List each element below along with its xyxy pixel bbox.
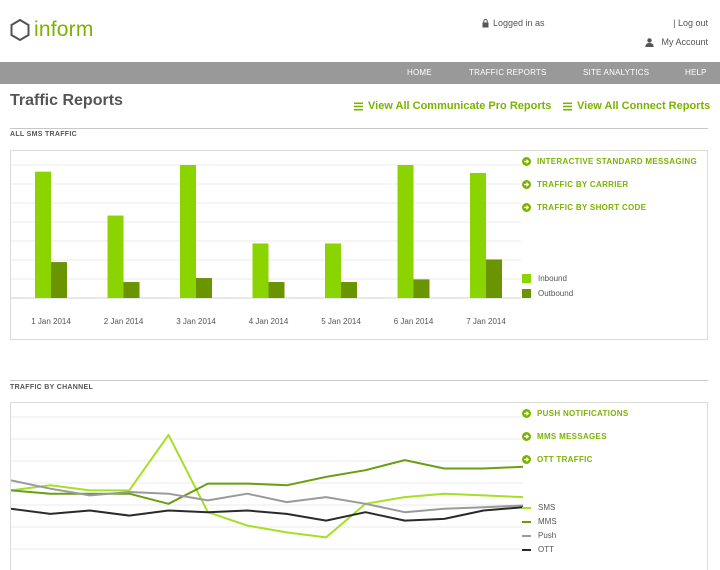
- circle-arrow-icon: [522, 432, 531, 441]
- legend-sms: SMS: [522, 503, 555, 512]
- my-account-link[interactable]: My Account: [645, 37, 708, 47]
- bar-inbound: [252, 243, 269, 298]
- logo[interactable]: inform: [10, 18, 94, 42]
- legend-swatch-inbound: [522, 274, 531, 283]
- circle-arrow-icon: [522, 455, 531, 464]
- section-label-channel: TRAFFIC BY CHANNEL: [10, 384, 94, 391]
- push-notifications-label: PUSH NOTIFICATIONS: [537, 409, 629, 418]
- legend-line-ott: [522, 548, 531, 551]
- legend-label-mms: MMS: [538, 517, 557, 526]
- main-nav: HOME TRAFFIC REPORTS SITE ANALYTICS HELP: [0, 62, 720, 84]
- circle-arrow-icon: [522, 409, 531, 418]
- list-icon: [563, 102, 572, 110]
- legend-label-sms: SMS: [538, 503, 556, 512]
- logout-link[interactable]: | Log out: [673, 18, 708, 28]
- legend-label-push: Push: [538, 531, 557, 540]
- legend-label-outbound: Outbound: [538, 289, 574, 298]
- bar-outbound: [486, 259, 502, 298]
- ott-traffic-label: OTT TRAFFIC: [537, 455, 593, 464]
- bar-inbound: [470, 172, 486, 298]
- traffic-by-carrier-label: TRAFFIC BY CARRIER: [537, 180, 629, 189]
- circle-arrow-icon: [522, 180, 531, 189]
- logo-text: inform: [34, 18, 94, 41]
- mms-messages-label: MMS MESSAGES: [537, 432, 607, 441]
- bar-inbound: [107, 215, 124, 298]
- traffic-by-short-code-link[interactable]: TRAFFIC BY SHORT CODE: [522, 203, 646, 212]
- channel-line-chart: [11, 416, 524, 550]
- x-tick-label: 1 Jan 2014: [31, 317, 71, 326]
- x-tick-label: 3 Jan 2014: [176, 317, 216, 326]
- my-account-label: My Account: [661, 37, 708, 47]
- nav-item-traffic-reports[interactable]: TRAFFIC REPORTS: [469, 62, 547, 84]
- lock-icon: [482, 18, 489, 27]
- section-divider: [10, 380, 708, 381]
- channel-traffic-panel: [10, 402, 708, 570]
- person-icon: [645, 37, 655, 47]
- bar-inbound: [35, 171, 51, 298]
- hexagon-logo-icon: [10, 19, 30, 41]
- circle-arrow-icon: [522, 157, 531, 166]
- page-title: Traffic Reports: [10, 92, 123, 109]
- legend-line-push: [522, 534, 531, 537]
- login-status: Logged in as: [482, 18, 545, 28]
- sms-traffic-panel: 1 Jan 2014 2 Jan 2014 3 Jan 2014 4 Jan 2014…: [10, 150, 708, 340]
- section-label-sms: ALL SMS TRAFFIC: [10, 131, 77, 138]
- x-tick-label: 6 Jan 2014: [394, 317, 434, 326]
- bar-outbound: [268, 282, 285, 298]
- circle-arrow-icon: [522, 203, 531, 212]
- interactive-standard-messaging-link[interactable]: INTERACTIVE STANDARD MESSAGING: [522, 157, 697, 166]
- bar-inbound: [397, 165, 414, 298]
- mms-messages-link[interactable]: MMS MESSAGES: [522, 432, 607, 441]
- bar-outbound: [413, 279, 430, 298]
- bar-outbound: [51, 262, 67, 298]
- bar-outbound: [341, 282, 357, 298]
- interactive-standard-messaging-label: INTERACTIVE STANDARD MESSAGING: [537, 157, 697, 166]
- push-notifications-link[interactable]: PUSH NOTIFICATIONS: [522, 409, 628, 418]
- x-tick-label: 4 Jan 2014: [249, 317, 289, 326]
- x-tick-label: 5 Jan 2014: [321, 317, 361, 326]
- view-connect-reports-label: View All Connect Reports: [577, 100, 711, 112]
- legend-inbound: Inbound: [522, 274, 567, 283]
- traffic-by-short-code-label: TRAFFIC BY SHORT CODE: [537, 203, 647, 212]
- legend-swatch-outbound: [522, 289, 531, 298]
- title-divider: [10, 128, 708, 129]
- bar-inbound: [325, 243, 341, 298]
- nav-item-home[interactable]: HOME: [407, 62, 432, 84]
- view-communicate-pro-reports-link[interactable]: View All Communicate Pro Reports: [354, 100, 551, 112]
- list-icon: [354, 102, 363, 110]
- legend-mms: MMS: [522, 517, 557, 526]
- login-status-text: Logged in as: [493, 18, 545, 28]
- nav-item-help[interactable]: HELP: [685, 62, 707, 84]
- view-communicate-pro-reports-label: View All Communicate Pro Reports: [368, 100, 552, 112]
- traffic-by-carrier-link[interactable]: TRAFFIC BY CARRIER: [522, 180, 628, 189]
- bar-outbound: [196, 278, 212, 298]
- legend-ott: OTT: [522, 545, 554, 554]
- legend-outbound: Outbound: [522, 289, 573, 298]
- view-connect-reports-link[interactable]: View All Connect Reports: [563, 100, 710, 112]
- legend-label-inbound: Inbound: [538, 274, 567, 283]
- legend-line-mms: [522, 520, 531, 523]
- bar-inbound: [180, 165, 196, 298]
- nav-item-site-analytics[interactable]: SITE ANALYTICS: [583, 62, 649, 84]
- x-tick-label: 7 Jan 2014: [466, 317, 506, 326]
- site-header: inform Logged in as | Log out My Account: [0, 0, 720, 62]
- legend-line-sms: [522, 506, 531, 509]
- legend-push: Push: [522, 531, 556, 540]
- bar-outbound: [123, 282, 140, 298]
- legend-label-ott: OTT: [538, 545, 554, 554]
- x-tick-label: 2 Jan 2014: [104, 317, 144, 326]
- series-line-sms: [11, 433, 524, 539]
- ott-traffic-link[interactable]: OTT TRAFFIC: [522, 455, 593, 464]
